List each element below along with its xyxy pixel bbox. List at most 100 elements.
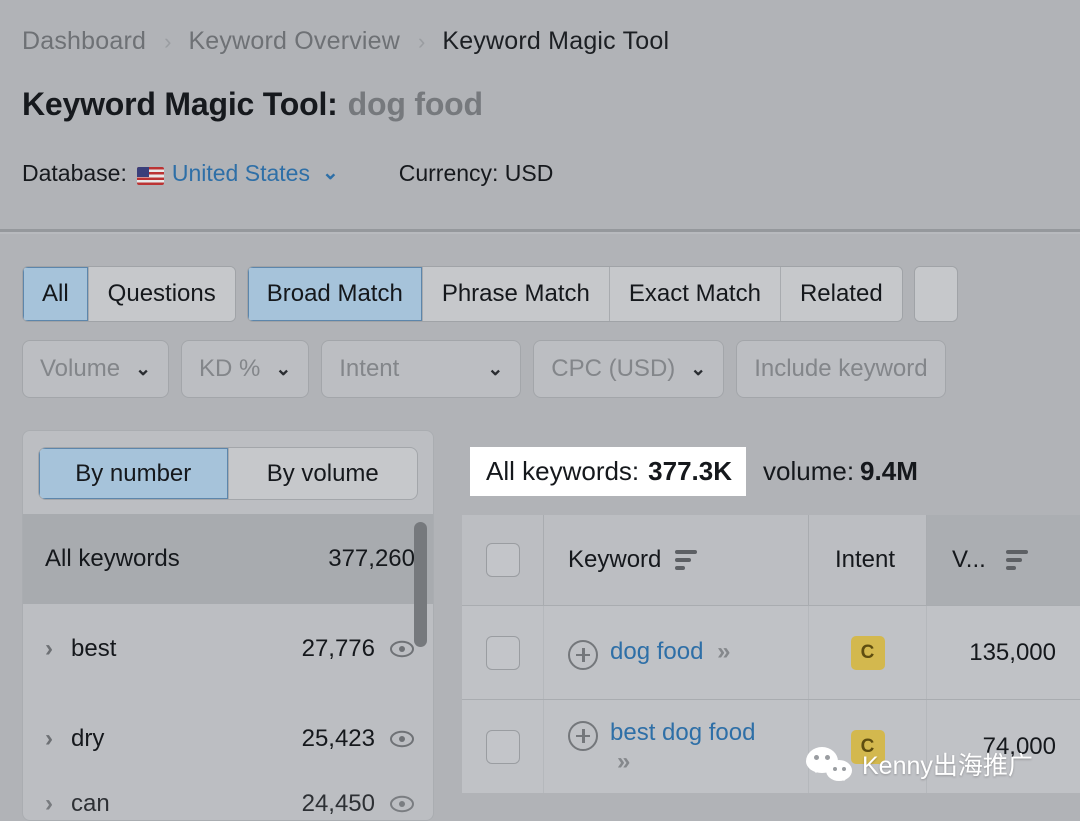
list-item-dry[interactable]: › dry 25,423 bbox=[23, 694, 433, 784]
breadcrumb-item-dashboard[interactable]: Dashboard bbox=[22, 27, 146, 56]
header-divider-light bbox=[0, 232, 1080, 234]
filter-bar: Volume ⌄ KD % ⌄ Intent ⌄ CPC (USD) ⌄ Inc… bbox=[22, 340, 958, 398]
keyword-groups-panel: By number By volume All keywords 377,260… bbox=[22, 430, 434, 821]
breadcrumb: Dashboard › Keyword Overview › Keyword M… bbox=[22, 27, 669, 56]
filter-cpc-label: CPC (USD) bbox=[551, 355, 676, 382]
group-count: 27,776 bbox=[301, 635, 375, 662]
grouping-toggle-wrap: By number By volume bbox=[23, 431, 433, 514]
chevron-right-icon[interactable]: › bbox=[45, 635, 71, 663]
group-name: best bbox=[71, 635, 117, 662]
double-chevron-icon[interactable]: » bbox=[617, 748, 630, 775]
database-label: Database: bbox=[22, 160, 127, 186]
keyword-link[interactable]: best dog food bbox=[610, 719, 755, 746]
chevron-down-icon: ⌄ bbox=[275, 358, 292, 380]
tab-all[interactable]: All bbox=[23, 267, 88, 321]
chevron-down-icon[interactable]: ⌄ bbox=[322, 160, 339, 185]
volume-cell: 74,000 bbox=[982, 732, 1056, 760]
grouping-toggle: By number By volume bbox=[38, 447, 418, 500]
toggle-by-volume[interactable]: By volume bbox=[227, 448, 418, 499]
tab-phrase-match[interactable]: Phrase Match bbox=[421, 267, 609, 321]
eye-icon[interactable] bbox=[389, 640, 415, 658]
chevron-down-icon: ⌄ bbox=[690, 358, 707, 380]
sort-icon[interactable] bbox=[675, 550, 698, 570]
keyword-link[interactable]: dog food bbox=[610, 638, 703, 665]
page-title: Keyword Magic Tool: dog food bbox=[22, 86, 483, 123]
breadcrumb-separator: › bbox=[164, 28, 172, 54]
column-header-intent[interactable]: Intent bbox=[809, 515, 927, 605]
filter-intent[interactable]: Intent ⌄ bbox=[321, 340, 522, 398]
chevron-right-icon[interactable]: › bbox=[45, 725, 71, 753]
include-keyword-placeholder: Include keyword bbox=[754, 355, 928, 382]
keyword-cell: dog food » bbox=[544, 606, 809, 699]
match-type-tabs: All Questions Broad Match Phrase Match E… bbox=[22, 266, 958, 322]
chevron-right-icon[interactable]: › bbox=[45, 790, 71, 818]
group-count: 377,260 bbox=[328, 545, 415, 572]
database-meta-row: Database: United States ⌄ Currency: USD bbox=[22, 160, 553, 187]
tab-exact-match[interactable]: Exact Match bbox=[608, 267, 780, 321]
tab-group-scope: All Questions bbox=[22, 266, 236, 322]
currency-label: Currency: USD bbox=[398, 160, 554, 186]
all-keywords-value: 377.3K bbox=[648, 455, 732, 486]
keyword-group-list: All keywords 377,260 › best 27,776 › dry… bbox=[23, 514, 433, 820]
breadcrumb-separator: › bbox=[418, 28, 426, 54]
intent-cell: C bbox=[809, 606, 927, 699]
eye-icon[interactable] bbox=[389, 795, 415, 813]
total-volume: volume: 9.4M bbox=[763, 456, 918, 487]
page-title-text: Keyword Magic Tool: bbox=[22, 86, 338, 122]
eye-icon[interactable] bbox=[389, 730, 415, 748]
add-keyword-icon[interactable] bbox=[568, 720, 598, 751]
row-select-cell[interactable] bbox=[462, 700, 544, 793]
row-checkbox[interactable] bbox=[485, 729, 520, 764]
intent-badge[interactable]: C bbox=[850, 635, 885, 670]
toggle-by-number[interactable]: By number bbox=[39, 448, 228, 499]
group-name: All keywords bbox=[45, 545, 180, 572]
group-name: dry bbox=[71, 725, 105, 752]
row-select-cell[interactable] bbox=[462, 606, 544, 699]
tab-broad-match[interactable]: Broad Match bbox=[247, 267, 422, 321]
select-all-header[interactable] bbox=[462, 515, 544, 605]
double-chevron-icon[interactable]: » bbox=[717, 638, 730, 665]
group-count: 25,423 bbox=[301, 725, 375, 752]
results-panel: All keywords: 377.3K volume: 9.4M Keyword… bbox=[462, 430, 1080, 821]
chevron-down-icon: ⌄ bbox=[487, 358, 504, 380]
filter-kd[interactable]: KD % ⌄ bbox=[180, 340, 310, 398]
column-header-keyword-label: Keyword bbox=[568, 546, 662, 573]
tab-questions[interactable]: Questions bbox=[87, 267, 235, 321]
volume-cell: 135,000 bbox=[969, 638, 1056, 666]
page-title-term: dog food bbox=[347, 86, 483, 122]
sidebar-scrollbar-thumb[interactable] bbox=[414, 522, 427, 647]
page-header: Dashboard › Keyword Overview › Keyword M… bbox=[0, 0, 1080, 229]
column-header-keyword[interactable]: Keyword bbox=[544, 515, 809, 605]
filter-volume[interactable]: Volume ⌄ bbox=[22, 340, 169, 398]
select-all-checkbox[interactable] bbox=[485, 543, 520, 577]
filter-kd-label: KD % bbox=[198, 355, 261, 382]
volume-value: 9.4M bbox=[860, 455, 918, 486]
keywords-table: Keyword Intent V... dog food » C 135,000… bbox=[462, 515, 1080, 793]
intent-badge[interactable]: C bbox=[850, 729, 885, 764]
database-selector[interactable]: United States bbox=[172, 160, 310, 187]
results-summary: All keywords: 377.3K volume: 9.4M bbox=[470, 430, 918, 512]
include-keyword-input[interactable]: Include keyword bbox=[736, 340, 946, 398]
all-keywords-label: All keywords: bbox=[486, 455, 640, 486]
list-item-best[interactable]: › best 27,776 bbox=[23, 604, 433, 694]
us-flag-icon bbox=[136, 166, 164, 185]
column-header-volume-label: V... bbox=[952, 546, 986, 573]
filter-cpc[interactable]: CPC (USD) ⌄ bbox=[533, 340, 725, 398]
column-header-volume[interactable]: V... bbox=[927, 515, 1080, 605]
breadcrumb-item-keyword-overview[interactable]: Keyword Overview bbox=[188, 27, 400, 56]
table-row[interactable]: dog food » C 135,000 bbox=[462, 605, 1080, 699]
add-keyword-icon[interactable] bbox=[568, 639, 598, 670]
app-root: Dashboard › Keyword Overview › Keyword M… bbox=[0, 0, 1080, 821]
group-name: can bbox=[71, 790, 110, 817]
tab-related[interactable]: Related bbox=[779, 267, 902, 321]
filter-intent-label: Intent bbox=[339, 355, 400, 382]
row-checkbox[interactable] bbox=[485, 635, 520, 670]
table-row[interactable]: best dog food » C 74,000 bbox=[462, 699, 1080, 793]
breadcrumb-item-keyword-magic-tool[interactable]: Keyword Magic Tool bbox=[442, 27, 669, 56]
tab-group-match: Broad Match Phrase Match Exact Match Rel… bbox=[246, 266, 903, 322]
list-item-all-keywords[interactable]: All keywords 377,260 bbox=[23, 514, 433, 604]
sort-icon[interactable] bbox=[1005, 550, 1028, 570]
list-item-can[interactable]: › can 24,450 bbox=[23, 784, 433, 820]
tab-overflow[interactable] bbox=[914, 267, 953, 321]
tab-group-overflow[interactable] bbox=[913, 266, 958, 322]
